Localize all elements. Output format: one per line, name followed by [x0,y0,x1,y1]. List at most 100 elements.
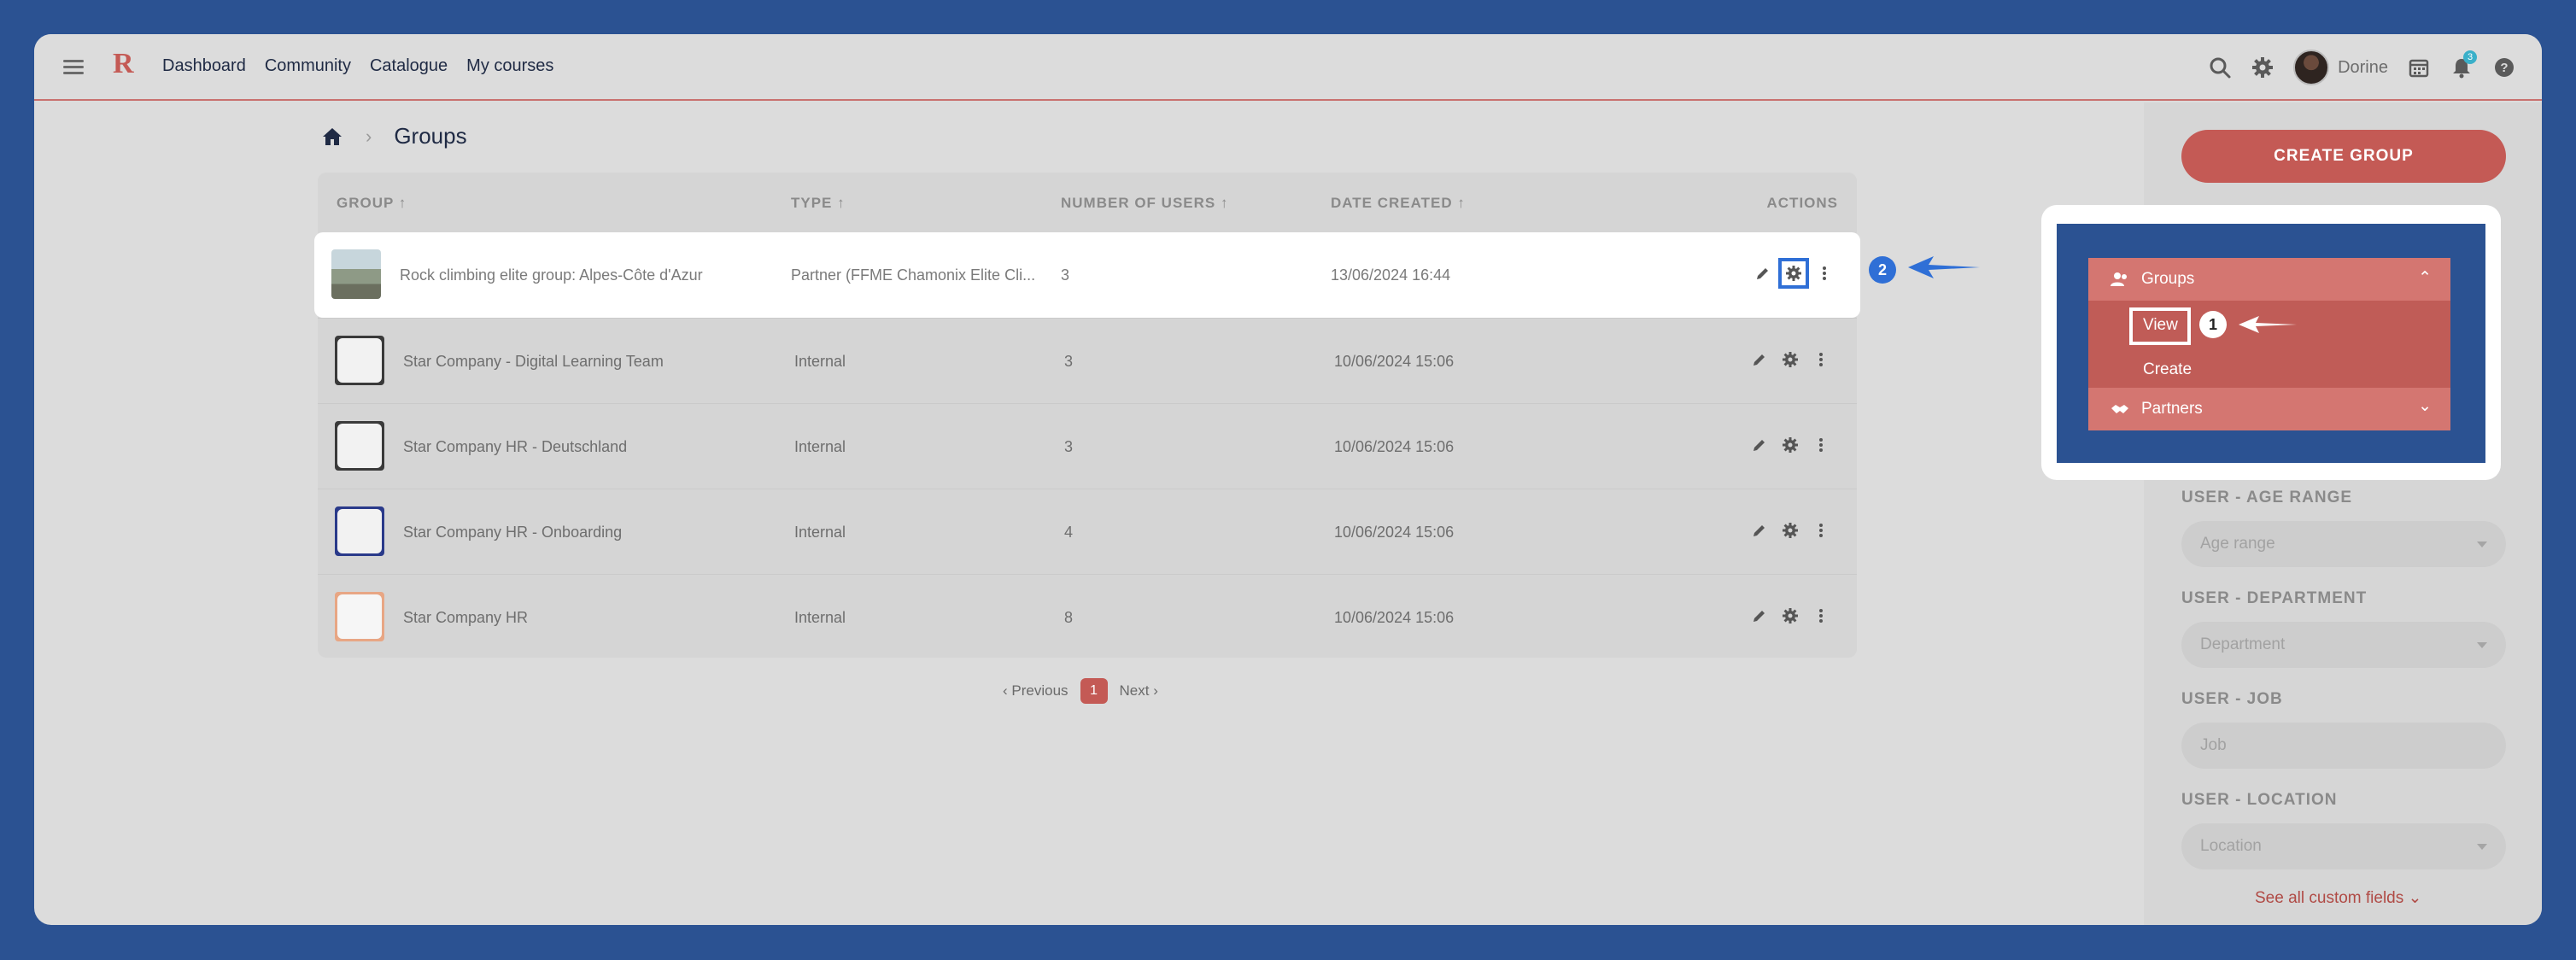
nav-link-my-courses[interactable]: My courses [466,56,553,76]
group-name[interactable]: Star Company - Digital Learning Team [403,353,664,371]
group-thumbnail [335,421,384,471]
top-right-toolbar: Dorine 3 ? [2208,50,2516,85]
group-thumbnail [335,592,384,641]
settings-gear-icon[interactable] [1780,520,1800,541]
location-select[interactable]: Location [2181,823,2506,869]
search-icon[interactable] [2208,56,2232,79]
group-name[interactable]: Rock climbing elite group: Alpes-Côte d'… [400,266,703,284]
row-actions [1749,606,1831,626]
group-date: 10/06/2024 15:06 [1334,609,1455,626]
group-name[interactable]: Star Company HR - Onboarding [403,524,622,541]
group-users: 3 [1061,266,1070,284]
menu-item-groups[interactable]: Groups ⌃ [2088,258,2450,301]
job-input[interactable]: Job [2181,723,2506,769]
help-icon[interactable]: ? [2492,56,2516,79]
group-thumbnail [335,506,384,556]
field-label-department: USER - DEPARTMENT [2181,589,2368,607]
calendar-icon[interactable] [2407,56,2431,79]
table-row[interactable]: Rock climbing elite group: Alpes-Côte d'… [314,232,1860,318]
handshake-icon [2111,405,2128,413]
menu-item-create[interactable]: Create [2143,360,2192,379]
table-row[interactable]: Star Company - Digital Learning Team Int… [318,318,1857,403]
chevron-down-icon [2477,844,2487,850]
column-header-type[interactable]: TYPE ↑ [791,195,846,212]
column-header-actions: ACTIONS [1766,195,1838,211]
row-actions [1749,520,1831,541]
see-all-custom-fields-link[interactable]: See all custom fields ⌄ [2255,888,2421,908]
column-header-users[interactable]: NUMBER OF USERS ↑ [1061,195,1228,212]
group-type: Partner (FFME Chamonix Elite Cli... [791,266,1036,284]
group-thumbnail [331,249,381,299]
chevron-down-icon [2477,642,2487,648]
pagination: ‹ Previous 1 Next › [1003,678,1158,704]
field-label-job: USER - JOB [2181,690,2283,708]
top-navbar: R Dashboard Community Catalogue My cours… [34,34,2542,101]
group-date: 10/06/2024 15:06 [1334,353,1455,370]
row-actions [1749,349,1831,370]
group-type: Internal [794,438,846,455]
avatar[interactable] [2293,50,2330,85]
field-label-age-range: USER - AGE RANGE [2181,489,2353,506]
group-date: 10/06/2024 15:06 [1334,524,1455,541]
settings-gear-icon[interactable] [1780,435,1800,455]
nav-links: Dashboard Community Catalogue My courses [162,56,553,76]
settings-gear-icon[interactable] [1778,258,1809,289]
edit-icon[interactable] [1749,349,1770,370]
edit-icon[interactable] [1749,435,1770,455]
arrow-left-icon [1908,256,1980,278]
edit-icon[interactable] [1749,520,1770,541]
settings-gear-icon[interactable] [1780,606,1800,626]
table-row[interactable]: Star Company HR - Onboarding Internal 4 … [318,489,1857,574]
gear-icon[interactable] [2251,56,2274,79]
group-users: 3 [1064,438,1074,455]
group-users: 3 [1064,353,1074,370]
step-1-badge: 1 [2199,311,2227,338]
pagination-next[interactable]: Next › [1120,682,1158,700]
home-icon[interactable] [321,126,343,147]
row-actions [1749,435,1831,455]
group-date: 13/06/2024 16:44 [1331,266,1451,284]
nav-link-catalogue[interactable]: Catalogue [370,56,448,76]
username[interactable]: Dorine [2338,58,2388,78]
users-icon [2111,272,2127,286]
menu-item-view[interactable]: View [2143,316,2178,335]
group-name[interactable]: Star Company HR - Deutschland [403,438,627,456]
nav-link-community[interactable]: Community [265,56,351,76]
create-group-button[interactable]: CREATE GROUP [2181,130,2506,183]
menu-item-partners[interactable]: Partners ⌄ [2088,388,2450,430]
pagination-previous[interactable]: ‹ Previous [1003,682,1068,700]
field-label-location: USER - LOCATION [2181,791,2338,809]
department-select[interactable]: Department [2181,622,2506,668]
chevron-down-icon [2477,541,2487,547]
table-header: GROUP ↑ TYPE ↑ NUMBER OF USERS ↑ DATE CR… [318,173,1857,234]
column-header-group[interactable]: GROUP ↑ [337,195,407,212]
svg-text:?: ? [2500,61,2508,75]
more-vertical-icon[interactable] [1811,520,1831,541]
group-type: Internal [794,524,846,541]
edit-icon[interactable] [1749,606,1770,626]
arrow-left-icon [2239,316,2297,333]
bell-icon[interactable]: 3 [2450,50,2477,79]
more-vertical-icon[interactable] [1811,606,1831,626]
nav-link-dashboard[interactable]: Dashboard [162,56,246,76]
pagination-page-current[interactable]: 1 [1080,678,1108,704]
edit-icon[interactable] [1753,263,1773,284]
logo[interactable]: R [113,48,134,80]
settings-gear-icon[interactable] [1780,349,1800,370]
table-row[interactable]: Star Company HR Internal 8 10/06/2024 15… [318,574,1857,659]
breadcrumb: › Groups [321,123,467,149]
group-date: 10/06/2024 15:06 [1334,438,1455,455]
row-actions [1753,258,1835,289]
column-header-date[interactable]: DATE CREATED ↑ [1331,195,1466,212]
group-users: 4 [1064,524,1074,541]
group-name[interactable]: Star Company HR [403,609,528,627]
more-vertical-icon[interactable] [1811,435,1831,455]
hamburger-menu-icon[interactable] [63,56,84,77]
group-thumbnail [335,336,384,385]
more-vertical-icon[interactable] [1811,349,1831,370]
table-row[interactable]: Star Company HR - Deutschland Internal 3… [318,403,1857,489]
age-range-select[interactable]: Age range [2181,521,2506,567]
more-vertical-icon[interactable] [1814,263,1835,284]
group-users: 8 [1064,609,1074,626]
page-title: Groups [394,123,467,149]
